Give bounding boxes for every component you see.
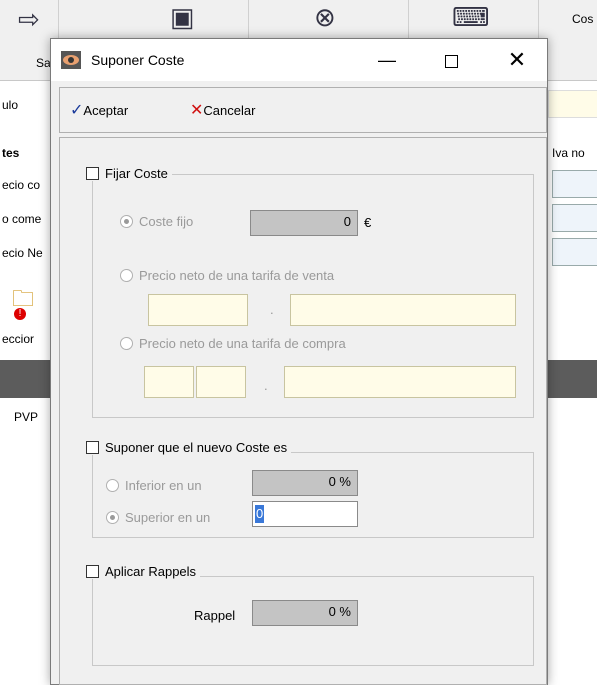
- fijar-coste-checkbox[interactable]: [86, 167, 99, 180]
- keyboard-icon: ⌨: [452, 2, 490, 32]
- bg-label-pvp: PVP: [14, 410, 39, 424]
- dialog-title: Suponer Coste: [91, 52, 185, 68]
- exit-door-icon: ⇨: [18, 4, 40, 34]
- precio-compra-radio-dot: [120, 337, 133, 350]
- tarifa-venta-code-field[interactable]: [148, 294, 248, 326]
- venta-separator: .: [270, 302, 274, 317]
- bg-label-costes: tes: [2, 146, 20, 160]
- bg-label-precio-neto: ecio Ne: [2, 246, 43, 260]
- accept-label: Aceptar: [83, 103, 129, 118]
- exit-toolbar-label: Sa: [36, 56, 51, 70]
- dialog-actionbar: ✓Aceptar ✕Cancelar: [59, 87, 547, 133]
- tarifa-compra-code-field-1[interactable]: [144, 366, 194, 398]
- bg-field-2[interactable]: [552, 204, 597, 232]
- bg-label-precio-comercial: o come: [2, 212, 42, 226]
- inferior-field[interactable]: 0 %: [252, 470, 358, 496]
- bg-grid-header-right: [548, 360, 597, 398]
- alert-icon: !: [14, 308, 26, 320]
- precio-compra-label: Precio neto de una tarifa de compra: [139, 336, 346, 351]
- coste-fijo-radio-dot: [120, 215, 133, 228]
- bg-field-1[interactable]: [552, 170, 597, 198]
- superior-value: 0: [255, 505, 265, 523]
- bg-field-3[interactable]: [552, 238, 597, 266]
- bg-label-iva: Iva no: [552, 146, 585, 160]
- superior-label: Superior en un: [125, 510, 211, 525]
- delete-icon: ⊗: [314, 2, 336, 32]
- rappels-legend: Aplicar Rappels: [82, 564, 201, 579]
- rappel-label: Rappel: [194, 608, 236, 623]
- accept-button[interactable]: ✓Aceptar: [70, 100, 128, 120]
- maximize-icon: [444, 54, 458, 68]
- checkmark-icon: ✓: [70, 102, 84, 119]
- minimize-icon: ―: [378, 50, 396, 70]
- cancel-x-icon: ✕: [190, 102, 204, 119]
- superior-field[interactable]: 0: [252, 501, 358, 527]
- dialog-content: Fijar Coste Coste fijo 0 € Precio neto d…: [59, 137, 547, 685]
- background-article-field[interactable]: [548, 90, 597, 118]
- coste-fijo-field[interactable]: 0: [250, 210, 358, 236]
- cost-toolbar-label: Cos: [572, 12, 594, 26]
- tarifa-compra-code-field-2[interactable]: [196, 366, 246, 398]
- cancel-button[interactable]: ✕Cancelar: [190, 100, 255, 120]
- rappels-label: Aplicar Rappels: [105, 564, 197, 579]
- bg-grid-header-left: [0, 360, 50, 398]
- fijar-coste-legend: Fijar Coste: [82, 166, 172, 181]
- precio-venta-radio-dot: [120, 269, 133, 282]
- inferior-radio[interactable]: Inferior en un: [106, 478, 202, 493]
- currency-symbol: €: [364, 215, 372, 230]
- superior-radio[interactable]: Superior en un: [106, 510, 210, 525]
- cancel-label: Cancelar: [203, 103, 256, 118]
- close-icon: ✕: [507, 47, 527, 72]
- maximize-button[interactable]: [431, 45, 471, 75]
- precio-compra-radio[interactable]: Precio neto de una tarifa de compra: [120, 336, 346, 351]
- inferior-radio-dot: [106, 479, 119, 492]
- rappel-field[interactable]: 0 %: [252, 600, 358, 626]
- inferior-label: Inferior en un: [125, 478, 202, 493]
- coste-fijo-label: Coste fijo: [139, 214, 194, 229]
- bg-label-articulo: ulo: [2, 98, 19, 112]
- suponer-coste-dialog: Suponer Coste ― ✕ ✓Aceptar ✕Cancelar Fij…: [50, 38, 548, 685]
- precio-venta-label: Precio neto de una tarifa de venta: [139, 268, 335, 283]
- bg-label-precio-coste: ecio co: [2, 178, 41, 192]
- suponer-legend: Suponer que el nuevo Coste es: [82, 440, 292, 455]
- coste-fijo-radio[interactable]: Coste fijo: [120, 214, 193, 229]
- close-button[interactable]: ✕: [497, 45, 537, 75]
- rappels-checkbox[interactable]: [86, 565, 99, 578]
- tarifa-compra-name-field[interactable]: [284, 366, 516, 398]
- tarifa-venta-name-field[interactable]: [290, 294, 516, 326]
- suponer-label: Suponer que el nuevo Coste es: [105, 440, 288, 455]
- bg-label-seleccion: eccior: [2, 332, 35, 346]
- eye-icon: [61, 51, 81, 69]
- superior-radio-dot: [106, 511, 119, 524]
- compra-separator: .: [264, 378, 268, 393]
- suponer-checkbox[interactable]: [86, 441, 99, 454]
- minimize-button[interactable]: ―: [367, 45, 407, 75]
- computer-icon: ▣: [170, 2, 195, 32]
- precio-venta-radio[interactable]: Precio neto de una tarifa de venta: [120, 268, 334, 283]
- dialog-titlebar[interactable]: Suponer Coste ― ✕: [51, 39, 547, 81]
- fijar-coste-label: Fijar Coste: [105, 166, 168, 181]
